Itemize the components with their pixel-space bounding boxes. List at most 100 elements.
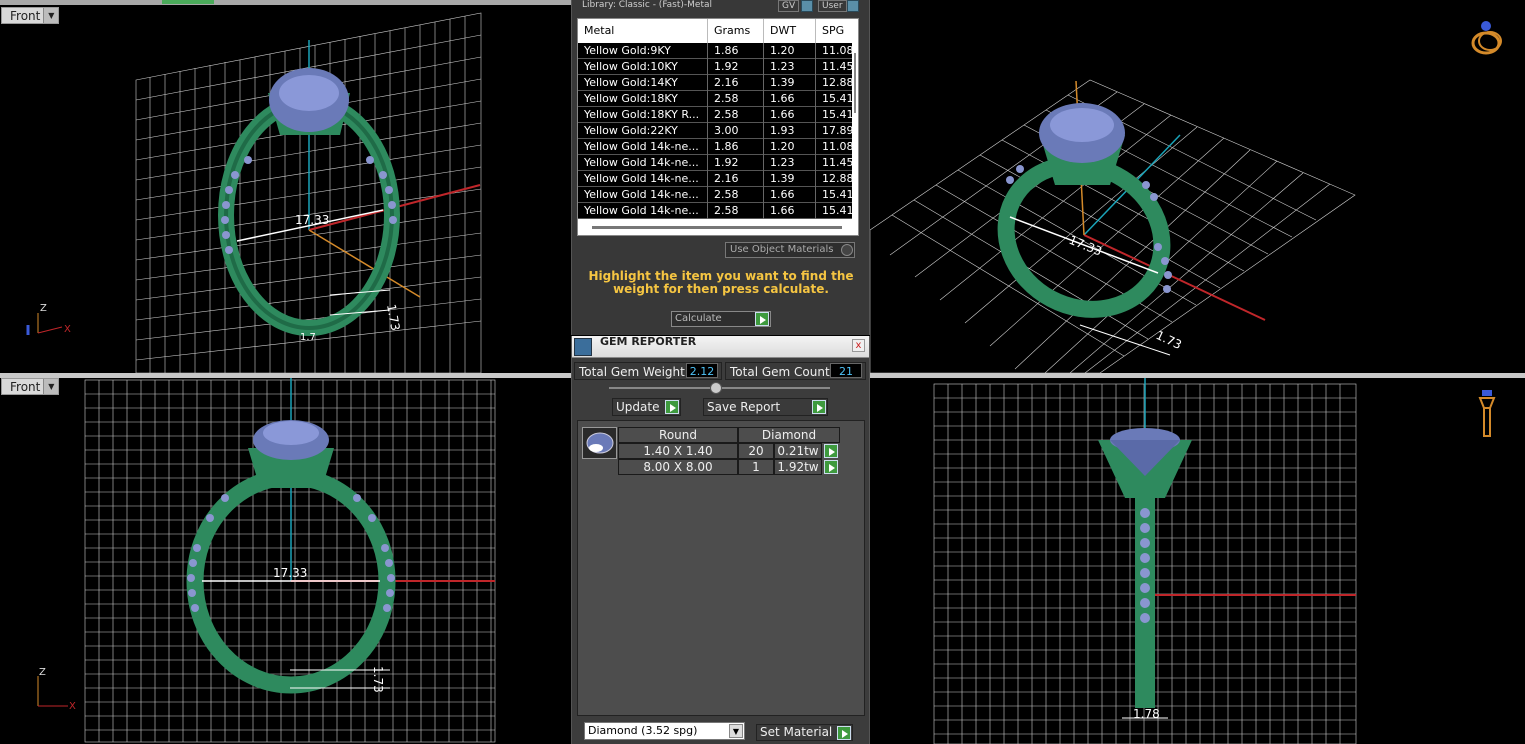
update-label: Update [616,400,660,414]
save-report-button[interactable]: Save Report [703,398,828,416]
instruction-text: Highlight the item you want to find the … [588,269,854,296]
metal-table-row[interactable]: Yellow Gold 14k-ne... 1.86 1.20 11.08 [578,139,854,155]
gem-count: 1 [738,459,774,475]
chevron-down-icon[interactable]: ▼ [43,379,59,394]
metal-name: Yellow Gold 14k-ne... [578,187,708,203]
metal-dwt: 1.23 [764,155,816,171]
play-icon[interactable] [665,400,679,414]
metal-table-row[interactable]: Yellow Gold 14k-ne... 2.58 1.66 15.41 [578,187,854,203]
close-icon[interactable]: x [852,339,865,352]
metal-table-row[interactable]: Yellow Gold:18KY R... 2.58 1.66 15.41 [578,107,854,123]
axis-z-label: Z [40,303,47,314]
play-icon[interactable] [812,400,826,414]
gv-toggle[interactable]: GV [778,0,800,12]
metal-name: Yellow Gold:10KY [578,59,708,75]
play-icon[interactable] [824,444,838,458]
dimension-b: 1.73 [371,666,385,693]
metal-grams: 2.58 [708,187,764,203]
gem-reporter-titlebar[interactable]: GEM REPORTER x [572,335,869,358]
viewport-bottom-right-canvas: 1.78 [933,378,1357,744]
metal-table-row[interactable]: Yellow Gold:9KY 1.86 1.20 11.08 [578,43,854,59]
dimension-b: 1.73 [384,303,402,332]
metal-table-row[interactable]: Yellow Gold:14KY 2.16 1.39 12.88 [578,75,854,91]
gem-size: 1.40 X 1.40 [618,443,738,459]
save-report-label: Save Report [707,400,781,414]
chevron-down-icon[interactable]: ▼ [43,8,59,23]
chevron-down-icon[interactable]: ▼ [729,724,743,738]
update-button[interactable]: Update [612,398,681,416]
metal-table-row[interactable]: Yellow Gold 14k-ne... 1.92 1.23 11.45 [578,155,854,171]
col-grams[interactable]: Grams [708,19,764,43]
play-icon[interactable] [824,460,838,474]
gv-info-button[interactable] [801,0,813,12]
user-toggle[interactable]: User [818,0,847,12]
gem-weight: 1.92tw [774,459,822,475]
play-icon[interactable] [755,312,769,326]
metal-name: Yellow Gold:22KY [578,123,708,139]
metal-grams: 1.86 [708,139,764,155]
metal-table-row[interactable]: Yellow Gold 14k-ne... 2.16 1.39 12.88 [578,171,854,187]
total-gem-count-value: 21 [830,363,862,378]
ring-side-view-icon[interactable] [1477,386,1497,440]
metal-grams: 1.86 [708,43,764,59]
axis-x-label: X [64,324,71,335]
viewport-bottom-right[interactable]: 1.78 [870,378,1525,744]
col-metal[interactable]: Metal [578,19,708,43]
metal-table-row[interactable]: Yellow Gold:10KY 1.92 1.23 11.45 [578,59,854,75]
use-object-materials-label: Use Object Materials [730,244,834,255]
ring-perspective-icon[interactable] [1469,17,1503,57]
radio-icon[interactable] [841,244,853,256]
axis-x-label: X [69,701,76,712]
use-object-materials-toggle[interactable]: Use Object Materials [725,242,855,258]
vertical-scrollbar[interactable] [852,43,858,223]
material-select[interactable]: Diamond (3.52 spg) ▼ [584,722,745,740]
calculate-label: Calculate [675,313,722,324]
axis-gizmo: Z X [37,667,76,712]
viewport-top-right[interactable]: 17.33 1.73 [870,5,1525,373]
metal-grams: 3.00 [708,123,764,139]
gem-reporter-title: GEM REPORTER [600,335,697,348]
dimension-a: 1.78 [1133,707,1160,721]
metal-table-row[interactable]: Yellow Gold:18KY 2.58 1.66 15.41 [578,91,854,107]
set-material-button[interactable]: Set Material [756,724,853,741]
metal-dwt: 1.20 [764,139,816,155]
metal-table-row[interactable]: Yellow Gold 14k-ne... 2.58 1.66 15.41 [578,203,854,219]
calculate-button[interactable]: Calculate [671,311,771,327]
ring-icon [1471,21,1502,55]
metal-dwt: 1.39 [764,75,816,91]
viewport-view-label: Front [10,9,41,23]
dimension-b: 1.73 [1154,328,1184,352]
metal-dwt: 1.39 [764,171,816,187]
active-tab-indicator[interactable] [162,0,214,4]
metal-dwt: 1.93 [764,123,816,139]
dimension-a: 17.33 [273,566,307,580]
viewport-view-selector[interactable]: Front ▼ [1,7,60,24]
metal-table-header: Metal Grams DWT SPG [578,19,858,43]
metal-grams: 2.58 [708,91,764,107]
metal-grams: 1.92 [708,155,764,171]
round-diamond-icon [582,427,617,459]
metal-grams: 1.92 [708,59,764,75]
gem-list[interactable]: Round Diamond 1.40 X 1.40 20 0.21tw 8.00… [577,420,865,716]
viewport-bottom-left[interactable]: 17.33 1.73 Z X Front ▼ [0,378,571,744]
gem-shape-header: Round [618,427,738,443]
horizontal-scrollbar[interactable] [592,226,842,229]
gem-slider[interactable] [609,382,830,394]
viewport-top-left[interactable]: 17.33 1.73 1.7 Z X Front ▼ [0,5,571,373]
axis-gizmo: Z X [26,303,71,335]
library-title: Library: Classic - (Fast)-Metal [582,0,713,10]
metal-table-row[interactable]: Yellow Gold:22KY 3.00 1.93 17.89 [578,123,854,139]
metal-table[interactable]: Metal Grams DWT SPG Yellow Gold:9KY 1.86 1… [577,18,859,236]
metal-name: Yellow Gold:18KY R... [578,107,708,123]
viewport-view-selector[interactable]: Front ▼ [1,378,60,395]
slider-handle[interactable] [710,382,722,394]
gem-count: 20 [738,443,774,459]
set-material-label: Set Material [760,725,833,739]
col-spg[interactable]: SPG [816,19,858,43]
metal-dwt: 1.20 [764,43,816,59]
play-icon[interactable] [837,726,851,740]
metal-weight-panel: Library: Classic - (Fast)-Metal GV User … [571,0,870,335]
viewport-view-label: Front [10,380,41,394]
user-info-button[interactable] [847,0,859,12]
col-dwt[interactable]: DWT [764,19,816,43]
